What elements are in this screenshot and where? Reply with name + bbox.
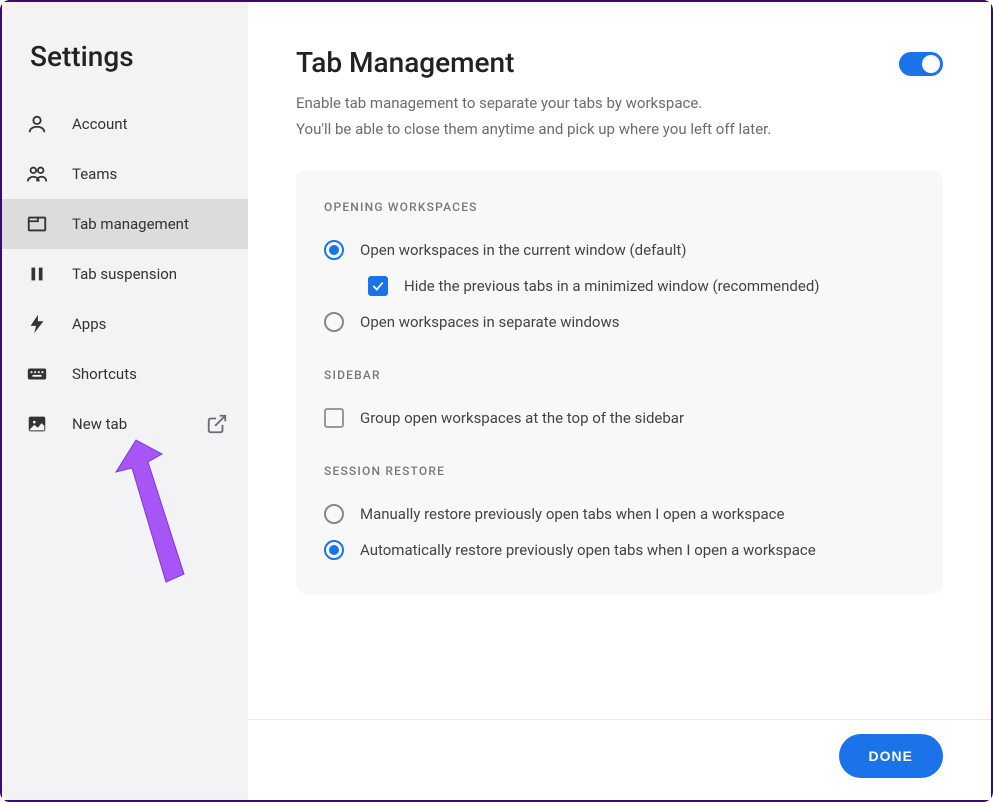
tab-icon <box>26 213 48 235</box>
sidebar-item-tab-suspension[interactable]: Tab suspension <box>2 249 248 299</box>
settings-card: OPENING WORKSPACES Open workspaces in th… <box>296 170 943 594</box>
settings-dialog: Settings Account Teams Tab management Ta… <box>2 2 991 800</box>
done-button[interactable]: DONE <box>839 734 943 778</box>
settings-sidebar: Settings Account Teams Tab management Ta… <box>2 2 248 800</box>
people-icon <box>26 163 48 185</box>
tab-management-toggle[interactable] <box>899 52 943 76</box>
section-heading: OPENING WORKSPACES <box>324 200 915 214</box>
sidebar-item-label: Account <box>72 115 248 133</box>
bolt-icon <box>26 313 48 335</box>
option-hide-previous-tabs[interactable]: Hide the previous tabs in a minimized wi… <box>324 268 915 304</box>
option-group-workspaces[interactable]: Group open workspaces at the top of the … <box>324 400 915 436</box>
toggle-knob <box>922 55 940 73</box>
section-heading: SIDEBAR <box>324 368 915 382</box>
option-label: Open workspaces in the current window (d… <box>360 241 687 259</box>
section-heading: SESSION RESTORE <box>324 464 915 478</box>
content-area: Tab Management Enable tab management to … <box>248 2 991 719</box>
page-description: Enable tab management to separate your t… <box>296 91 943 142</box>
checkbox-icon <box>368 276 388 296</box>
section-session-restore: SESSION RESTORE Manually restore previou… <box>324 464 915 568</box>
option-label: Automatically restore previously open ta… <box>360 541 816 559</box>
sidebar-item-teams[interactable]: Teams <box>2 149 248 199</box>
radio-icon <box>324 312 344 332</box>
sidebar-item-apps[interactable]: Apps <box>2 299 248 349</box>
radio-icon <box>324 504 344 524</box>
option-open-current-window[interactable]: Open workspaces in the current window (d… <box>324 232 915 268</box>
header-row: Tab Management <box>296 46 943 91</box>
person-icon <box>26 113 48 135</box>
image-icon <box>26 413 48 435</box>
option-label: Group open workspaces at the top of the … <box>360 409 684 427</box>
sidebar-item-shortcuts[interactable]: Shortcuts <box>2 349 248 399</box>
option-auto-restore[interactable]: Automatically restore previously open ta… <box>324 532 915 568</box>
description-line1: Enable tab management to separate your t… <box>296 94 702 112</box>
sidebar-item-label: Apps <box>72 315 248 333</box>
option-manual-restore[interactable]: Manually restore previously open tabs wh… <box>324 496 915 532</box>
option-open-separate-windows[interactable]: Open workspaces in separate windows <box>324 304 915 340</box>
section-sidebar: SIDEBAR Group open workspaces at the top… <box>324 368 915 436</box>
option-label: Hide the previous tabs in a minimized wi… <box>404 277 820 295</box>
section-opening-workspaces: OPENING WORKSPACES Open workspaces in th… <box>324 200 915 340</box>
sidebar-item-label: Teams <box>72 165 248 183</box>
radio-icon <box>324 240 344 260</box>
description-line2: You'll be able to close them anytime and… <box>296 120 771 138</box>
sidebar-item-tab-management[interactable]: Tab management <box>2 199 248 249</box>
page-title: Tab Management <box>296 46 514 79</box>
sidebar-title: Settings <box>2 40 248 99</box>
sidebar-item-label: Tab management <box>72 215 248 233</box>
sidebar-item-label: Shortcuts <box>72 365 248 383</box>
radio-icon <box>324 540 344 560</box>
sidebar-item-label: Tab suspension <box>72 265 248 283</box>
main-panel: Tab Management Enable tab management to … <box>248 2 991 800</box>
option-label: Manually restore previously open tabs wh… <box>360 505 784 523</box>
keyboard-icon <box>26 363 48 385</box>
option-label: Open workspaces in separate windows <box>360 313 620 331</box>
sidebar-item-label: New tab <box>72 415 182 433</box>
sidebar-item-new-tab[interactable]: New tab <box>2 399 248 449</box>
sidebar-item-account[interactable]: Account <box>2 99 248 149</box>
checkbox-icon <box>324 408 344 428</box>
footer: DONE <box>248 719 991 800</box>
pause-icon <box>26 263 48 285</box>
external-link-icon <box>206 413 228 435</box>
